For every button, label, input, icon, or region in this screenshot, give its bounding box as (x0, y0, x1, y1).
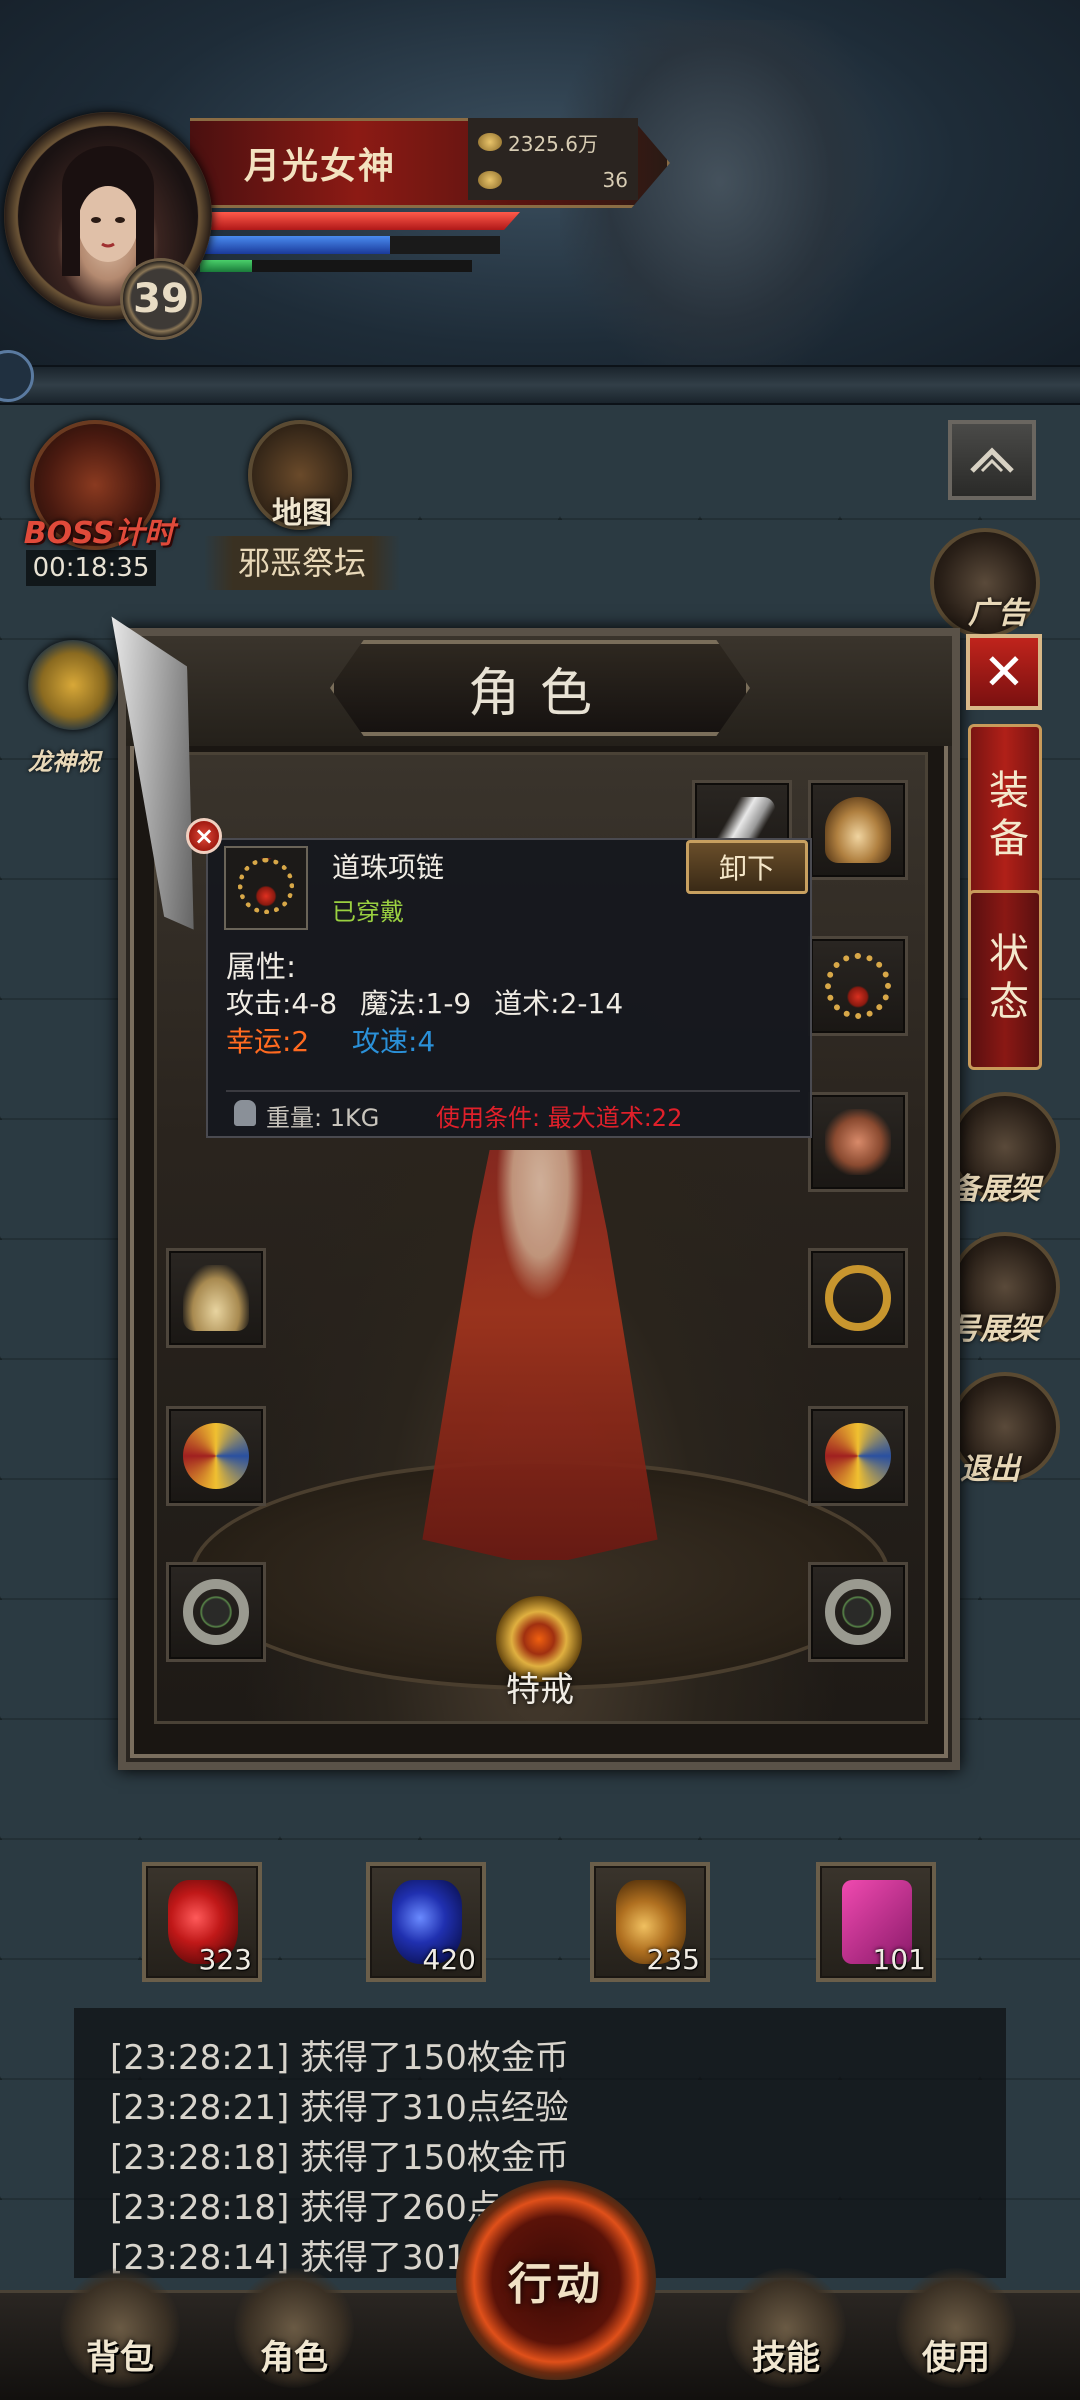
necklace-icon (238, 858, 294, 914)
nav-skill[interactable]: 技能 (726, 2330, 846, 2379)
title-display-label: 号展架 (950, 1312, 1040, 1347)
boss-timer-countdown: 00:18:35 (26, 550, 156, 586)
panel-title-plate: 角色 (330, 640, 750, 736)
slot-bracelet-right[interactable] (808, 1406, 908, 1506)
tooltip-weight: 重量: 1KG (266, 1104, 380, 1132)
slot-belt[interactable] (808, 1248, 908, 1348)
tooltip-attr-title: 属性: (226, 950, 297, 985)
potion-slot-blue[interactable]: 420 (366, 1862, 486, 1982)
tooltip-stats: 攻击:4-8 魔法:1-9 道术:2-14 (226, 982, 637, 1022)
stat-attack-speed: 攻速:4 (352, 1025, 436, 1058)
potion-count: 235 (646, 1943, 700, 1976)
ingot-row: 36 (478, 162, 628, 198)
nav-bag[interactable]: 背包 (60, 2330, 180, 2379)
wall-band (0, 365, 1080, 405)
tooltip-divider (226, 1090, 800, 1092)
stat-magic: 魔法:1-9 (360, 987, 472, 1020)
mp-bar-track (390, 236, 500, 254)
potion-count: 420 (422, 1943, 476, 1976)
log-line: [23:28:18] 获得了260点 (110, 2188, 501, 2228)
xp-bar (200, 260, 252, 272)
boss-timer-label: BOSS计时 (23, 516, 175, 551)
potion-count: 323 (198, 1943, 252, 1976)
log-line: [23:28:18] 获得了150枚金币 (110, 2138, 569, 2178)
gold-coin-icon (478, 133, 502, 151)
slot-helmet[interactable] (808, 780, 908, 880)
log-line: [23:28:21] 获得了150枚金币 (110, 2038, 569, 2078)
ring-icon (825, 1579, 891, 1645)
gold-row: 2325.6万 (478, 124, 628, 160)
collapse-button[interactable] (948, 420, 1036, 500)
ring-icon (183, 1579, 249, 1645)
dragon-blessing-icon[interactable] (28, 640, 118, 730)
tooltip-item-frame (224, 846, 308, 930)
exit-label: 退出 (960, 1452, 1020, 1487)
panel-title: 角色 (467, 663, 612, 724)
stat-attack: 攻击:4-8 (226, 987, 338, 1020)
bracelet-icon (825, 1109, 891, 1175)
tab-status-label: 状态 (982, 932, 1028, 1028)
ingot-icon (478, 171, 502, 189)
helmet-icon (825, 797, 891, 863)
potion-slot-red[interactable]: 323 (142, 1862, 262, 1982)
slot-necklace[interactable] (808, 936, 908, 1036)
hp-bar (200, 212, 520, 230)
tooltip-item-name: 道珠项链 (332, 851, 445, 884)
tooltip-requirement: 使用条件: 最大道术:22 (436, 1104, 683, 1132)
nav-role[interactable]: 角色 (234, 2330, 354, 2379)
necklace-icon (825, 953, 891, 1019)
slot-boots[interactable] (166, 1248, 266, 1348)
mp-bar (200, 236, 390, 254)
dragon-blessing-label: 龙神祝 (28, 748, 100, 776)
equip-display-label: 备展架 (950, 1172, 1040, 1207)
chevron-up-icon (970, 447, 1014, 473)
tooltip-equipped-status: 已穿戴 (332, 898, 404, 926)
xp-bar-track (252, 260, 472, 272)
stat-tao: 道术:2-14 (494, 987, 624, 1020)
stat-luck: 幸运:2 (226, 1025, 310, 1058)
weight-icon (234, 1100, 256, 1126)
level-badge: 39 (120, 258, 202, 340)
belt-icon (825, 1265, 891, 1331)
slot-ring-left[interactable] (166, 1562, 266, 1662)
ingot-amount: 36 (602, 168, 628, 192)
nav-use[interactable]: 使用 (896, 2330, 1016, 2379)
area-name: 邪恶祭坛 (204, 536, 400, 590)
ad-label: 广告 (968, 596, 1028, 631)
unequip-button[interactable]: 卸下 (686, 840, 808, 894)
boots-icon (183, 1265, 249, 1331)
potion-slot-scroll[interactable]: 101 (816, 1862, 936, 1982)
player-name: 月光女神 (243, 146, 396, 187)
tab-equipment-label: 装备 (982, 769, 1028, 865)
tab-equipment[interactable]: 装备 (968, 724, 1042, 910)
slot-bracelet-left[interactable] (166, 1406, 266, 1506)
tab-status[interactable]: 状态 (968, 890, 1042, 1070)
special-ring-label: 特戒 (506, 1670, 574, 1710)
close-button[interactable]: ✕ (966, 634, 1042, 710)
spiked-bracelet-icon (183, 1423, 249, 1489)
log-line: [23:28:21] 获得了310点经验 (110, 2088, 569, 2128)
action-button[interactable]: 行动 (456, 2180, 656, 2380)
gold-amount: 2325.6万 (508, 131, 598, 156)
slot-ring-right[interactable] (808, 1562, 908, 1662)
map-label: 地图 (272, 496, 332, 531)
potion-slot-gold[interactable]: 235 (590, 1862, 710, 1982)
action-label: 行动 (508, 2259, 604, 2310)
potion-count: 101 (872, 1943, 926, 1976)
slot-bracelet-top[interactable] (808, 1092, 908, 1192)
tooltip-close-icon[interactable]: × (186, 818, 222, 854)
spiked-bracelet-icon (825, 1423, 891, 1489)
